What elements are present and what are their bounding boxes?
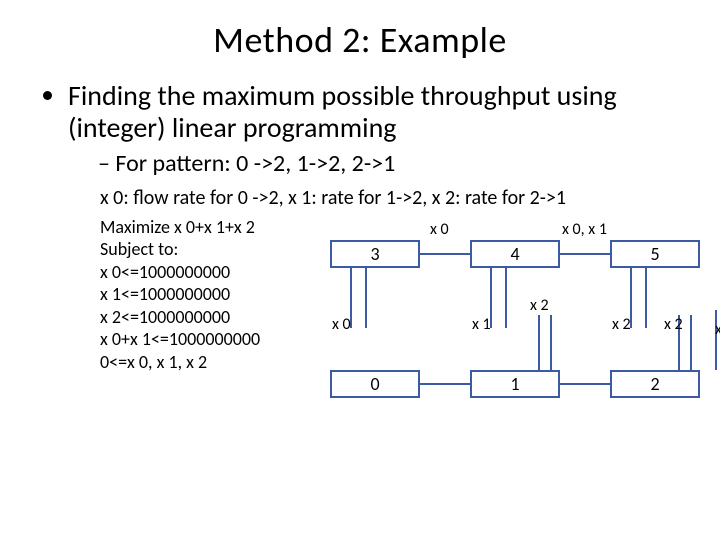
bullet-list: Finding the maximum possible throughput …: [40, 80, 680, 178]
bottom-row: Maximize x 0+x 1+x 2 Subject to: x 0<=10…: [100, 216, 680, 410]
stub-3b: [365, 268, 367, 328]
node-2: 2: [610, 370, 700, 398]
stub-1c: [538, 315, 540, 370]
stub-2e: [715, 310, 717, 370]
bullet-sub-list: For pattern: 0 ->2, 1->2, 2->1: [68, 150, 680, 178]
slide-title: Method 2: Example: [40, 18, 680, 62]
slide: Method 2: Example Finding the maximum po…: [0, 0, 720, 540]
stub-2d: [690, 315, 692, 370]
node-3: 3: [330, 240, 420, 268]
label-stub-4: x 1: [472, 315, 491, 334]
link-3-4: [420, 253, 470, 255]
label-bot-1a: x 2: [530, 296, 549, 315]
link-1-2: [560, 383, 610, 385]
stub-1d: [550, 315, 552, 370]
label-stub-5: x 2: [612, 315, 631, 334]
bullet-main: Finding the maximum possible throughput …: [68, 80, 680, 178]
label-bot-2b: x 0, x 1: [715, 320, 720, 339]
label-link-34: x 0: [430, 220, 449, 239]
lp-line: Maximize x 0+x 1+x 2: [100, 216, 320, 239]
link-0-1: [420, 383, 470, 385]
label-link-45: x 0, x 1: [562, 220, 607, 239]
node-0: 0: [330, 370, 420, 398]
stub-5b: [645, 268, 647, 328]
lp-line: Subject to:: [100, 238, 320, 261]
lp-line: x 0<=1000000000: [100, 261, 320, 284]
node-4: 4: [470, 240, 560, 268]
lp-line: 0<=x 0, x 1, x 2: [100, 351, 320, 374]
link-4-5: [560, 253, 610, 255]
variable-definitions: x 0: flow rate for 0 ->2, x 1: rate for …: [100, 186, 680, 210]
lp-line: x 2<=1000000000: [100, 306, 320, 329]
node-1: 1: [470, 370, 560, 398]
label-bot-2a: x 2: [664, 315, 683, 334]
lp-formulation: Maximize x 0+x 1+x 2 Subject to: x 0<=10…: [100, 216, 320, 410]
label-stub-3: x 0: [332, 315, 351, 334]
stub-4b: [505, 268, 507, 328]
bullet-sub: For pattern: 0 ->2, 1->2, 2->1: [98, 150, 680, 178]
lp-line: x 0+x 1<=1000000000: [100, 328, 320, 351]
lp-line: x 1<=1000000000: [100, 283, 320, 306]
node-5: 5: [610, 240, 700, 268]
network-diagram: 3 4 5 x 0 x 0, x 1 0 1 2: [320, 220, 680, 410]
bullet-main-text: Finding the maximum possible throughput …: [68, 78, 617, 145]
